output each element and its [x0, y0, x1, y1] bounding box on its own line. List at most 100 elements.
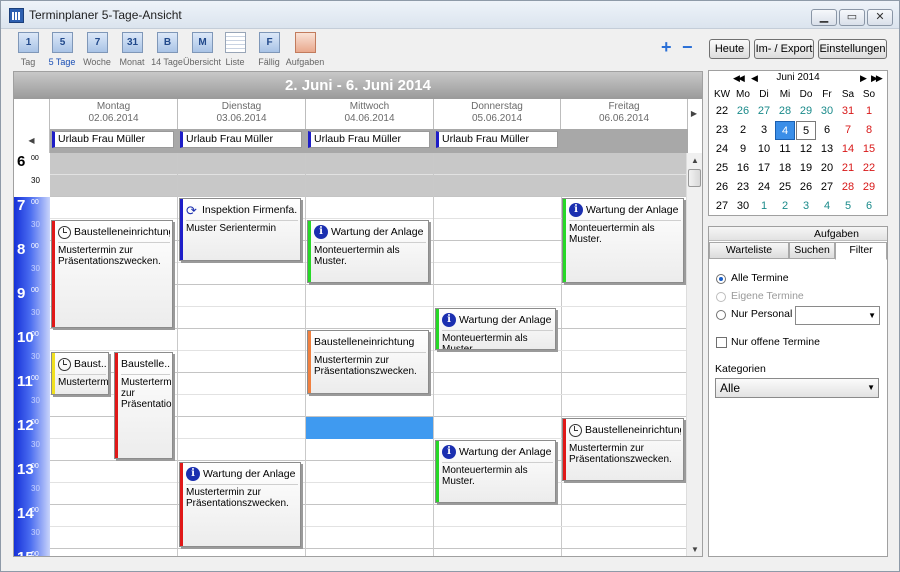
time-slot[interactable] [434, 549, 561, 556]
time-slot[interactable] [434, 373, 561, 395]
time-slot[interactable] [306, 153, 433, 175]
mini-day-cell[interactable]: 30 [733, 197, 753, 216]
time-slot[interactable] [178, 263, 305, 285]
time-slot[interactable] [306, 483, 433, 505]
mini-day-cell[interactable]: 27 [817, 178, 837, 197]
time-slot[interactable] [561, 153, 688, 175]
mini-day-cell[interactable]: 22 [859, 159, 879, 178]
mini-day-cell[interactable]: 28 [775, 102, 795, 121]
maximize-button[interactable]: ▭ [839, 9, 865, 26]
mini-day-cell[interactable]: 26 [796, 178, 816, 197]
day-header-tuesday[interactable]: Dienstag 03.06.2014 [178, 99, 306, 129]
mini-day-cell[interactable]: 1 [754, 197, 774, 216]
time-slot[interactable] [434, 527, 561, 549]
next-year-icon[interactable]: ▶▶ [871, 71, 883, 85]
tab-search[interactable]: Suchen [789, 242, 835, 259]
time-slot[interactable] [178, 373, 305, 395]
time-slot[interactable] [434, 505, 561, 527]
selected-timeslot[interactable] [306, 417, 433, 439]
mini-day-cell[interactable]: 3 [754, 121, 774, 140]
mini-day-cell[interactable]: 31 [838, 102, 858, 121]
mini-day-cell[interactable]: 21 [838, 159, 858, 178]
mini-day-cell[interactable]: 29 [796, 102, 816, 121]
mini-day-cell[interactable]: 1 [859, 102, 879, 121]
scroll-up-icon[interactable]: ▲ [687, 153, 702, 169]
event-card[interactable]: Baustelleneinrichtung Mustertermin zur P… [51, 220, 173, 328]
time-slot[interactable] [306, 527, 433, 549]
mini-day-cell[interactable]: 14 [838, 140, 858, 159]
mini-day-cell[interactable]: 3 [796, 197, 816, 216]
event-card[interactable]: Baustelleneinrichtung Mustertermin zur P… [307, 330, 429, 394]
scrollbar-thumb[interactable] [688, 169, 701, 187]
mini-day-cell[interactable]: 15 [859, 140, 879, 159]
event-card[interactable]: Baust... Mustertermi [51, 352, 109, 395]
mini-day-cell[interactable]: 25 [775, 178, 795, 197]
time-slot[interactable] [50, 461, 177, 483]
mini-day-cell[interactable]: 4 [817, 197, 837, 216]
mini-day-cell[interactable]: 5 [838, 197, 858, 216]
open-only-checkbox[interactable] [716, 337, 727, 348]
add-icon[interactable]: + [661, 38, 672, 56]
mini-day-cell[interactable]: 23 [733, 178, 753, 197]
mini-day-cell[interactable]: 6 [859, 197, 879, 216]
mini-day-cell[interactable]: 27 [754, 102, 774, 121]
mini-day-cell[interactable]: 9 [733, 140, 753, 159]
day-header-monday[interactable]: Montag 02.06.2014 [50, 99, 178, 129]
today-button[interactable]: Heute [709, 39, 750, 59]
time-slot[interactable] [561, 549, 688, 556]
time-slot[interactable] [306, 549, 433, 556]
mini-day-cell[interactable]: 11 [775, 140, 795, 159]
time-slot[interactable] [178, 417, 305, 439]
allday-event[interactable]: Urlaub Frau Müller [436, 131, 558, 148]
radio-all-appointments[interactable] [716, 274, 726, 284]
time-slot[interactable] [434, 175, 561, 197]
time-slot[interactable] [434, 241, 561, 263]
time-slot[interactable] [306, 307, 433, 329]
time-slot[interactable] [561, 175, 688, 197]
mini-day-cell[interactable]: 7 [838, 121, 858, 140]
day-header-thursday[interactable]: Donnerstag 05.06.2014 [434, 99, 561, 129]
time-slot[interactable] [434, 417, 561, 439]
time-slot[interactable] [50, 197, 177, 219]
time-slot[interactable] [178, 351, 305, 373]
time-slot[interactable] [561, 329, 688, 351]
event-card[interactable]: Baustelle... Mustertermin zur Präsentati… [114, 352, 173, 459]
event-card[interactable]: i Wartung der Anlage Monteuertermin als M… [307, 220, 429, 283]
allday-event[interactable]: Urlaub Frau Müller [180, 131, 302, 148]
radio-staff-only[interactable] [716, 310, 726, 320]
time-slot[interactable] [306, 439, 433, 461]
mini-day-cell[interactable]: 29 [859, 178, 879, 197]
mini-day-cell[interactable]: 19 [796, 159, 816, 178]
time-slot[interactable] [434, 395, 561, 417]
radio-own-appointments[interactable] [716, 292, 726, 302]
time-slot[interactable] [178, 175, 305, 197]
next-month-icon[interactable]: ▶ [860, 71, 867, 85]
settings-button[interactable]: Einstellungen [818, 39, 887, 59]
event-card[interactable]: i Wartung der Anlage Mustertermin zur Prä… [179, 462, 301, 547]
mini-day-cell[interactable]: 30 [817, 102, 837, 121]
event-card[interactable]: i Wartung der Anlage Monteuertermin als M… [562, 198, 684, 283]
time-slot[interactable] [561, 307, 688, 329]
time-slot[interactable] [434, 351, 561, 373]
time-slot[interactable] [306, 461, 433, 483]
time-slot[interactable] [306, 197, 433, 219]
mini-day-cell[interactable]: 2 [733, 121, 753, 140]
tab-waitlist[interactable]: Warteliste [709, 242, 789, 259]
time-slot[interactable] [178, 549, 305, 556]
view-tasks-button[interactable]: Aufgaben [286, 32, 324, 70]
time-slot[interactable] [178, 395, 305, 417]
time-slot[interactable] [561, 373, 688, 395]
mini-day-cell[interactable]: 2 [775, 197, 795, 216]
mini-day-cell[interactable]: 18 [775, 159, 795, 178]
time-slot[interactable] [50, 483, 177, 505]
event-card[interactable]: ⟳ Inspektion Firmenfa... Muster Serienter… [179, 198, 301, 261]
import-export-button[interactable]: Im- / Export [754, 39, 814, 59]
time-slot[interactable] [50, 175, 177, 197]
time-slot[interactable] [178, 285, 305, 307]
mini-day-cell[interactable]: 24 [754, 178, 774, 197]
staff-select[interactable]: ▼ [795, 306, 880, 325]
mini-day-cell[interactable]: 26 [733, 102, 753, 121]
allday-event[interactable]: Urlaub Frau Müller [52, 131, 174, 148]
day-header-friday[interactable]: Freitag 06.06.2014 [561, 99, 688, 129]
mini-day-cell[interactable]: 17 [754, 159, 774, 178]
